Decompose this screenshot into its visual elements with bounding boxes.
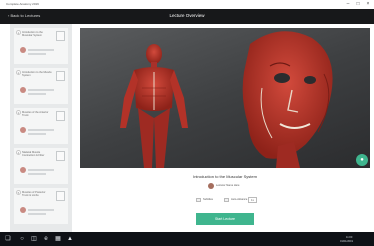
- header-bar: ‹ Back to Lectures Lecture Overview: [0, 9, 374, 24]
- app-icon[interactable]: ▲: [66, 235, 74, 243]
- divider: [28, 53, 46, 55]
- divider: [28, 173, 46, 175]
- sidebar-item-title: Introduction to the Muscle System: [22, 71, 52, 77]
- sidebar-item-lecture-2[interactable]: 2 Introduction to the Muscle System: [14, 68, 68, 104]
- search-icon[interactable]: ○: [18, 235, 26, 243]
- sidebar-item-title: Muscles of the Anterior Trunk: [22, 111, 49, 117]
- sidebar-item-number: 2: [16, 70, 21, 75]
- sidebar-item-number: 4: [16, 150, 21, 155]
- sidebar-item-number: 1: [16, 30, 21, 35]
- sidebar-item-number: 5: [16, 190, 21, 195]
- full-body-figure: [120, 44, 188, 168]
- avatar: [208, 183, 214, 189]
- browser-icon[interactable]: e: [42, 235, 50, 243]
- taskbar: ❏ ○ ◫ e ▦ ▲ 11:00 01/01/2019: [0, 232, 374, 246]
- title-bar: Complete Anatomy 2019 – □ ×: [0, 0, 374, 9]
- app-title: Complete Anatomy 2019: [6, 2, 39, 6]
- divider: [28, 93, 46, 95]
- chat-icon[interactable]: ●: [356, 154, 368, 166]
- divider: [28, 49, 54, 51]
- sidebar-item-title: Muscles of Posterior Trunk & Limbs: [22, 191, 46, 197]
- divider: [28, 213, 46, 215]
- avatar: [20, 127, 26, 133]
- sidebar-item-lecture-3[interactable]: 3 Muscles of the Anterior Trunk: [14, 108, 68, 144]
- page-title: Lecture Overview: [169, 13, 205, 18]
- avatar: [20, 47, 26, 53]
- avatar: [20, 87, 26, 93]
- windows-start-icon[interactable]: ❏: [4, 235, 12, 243]
- avatar: [20, 167, 26, 173]
- head-face-figure: [242, 31, 333, 168]
- divider: [28, 209, 54, 211]
- start-lecture-button[interactable]: Start Lecture: [196, 213, 254, 225]
- divider: [28, 169, 54, 171]
- sidebar-item-number: 3: [16, 110, 21, 115]
- muscular-system-illustration: [120, 31, 333, 168]
- lecture-title: Introduction to the Muscular System: [193, 174, 257, 179]
- folder-icon[interactable]: ▦: [54, 235, 62, 243]
- avatar: [20, 207, 26, 213]
- document-icon: [56, 151, 65, 161]
- document-icon: [56, 71, 65, 81]
- subtitles-checkbox[interactable]: [196, 198, 201, 202]
- document-icon: [56, 191, 65, 201]
- auto-advance-checkbox[interactable]: [224, 198, 229, 202]
- minimize-button[interactable]: –: [344, 1, 352, 8]
- close-button[interactable]: ×: [364, 1, 372, 8]
- subtitles-label: Subtitles: [203, 198, 213, 201]
- divider: [28, 129, 54, 131]
- playback-speed-select[interactable]: 1x: [248, 197, 257, 203]
- sidebar-item-lecture-1[interactable]: 1 Introduction to the Muscular System: [14, 28, 68, 64]
- sidebar-item-lecture-5[interactable]: 5 Muscles of Posterior Trunk & Limbs: [14, 188, 68, 224]
- document-icon: [56, 31, 65, 41]
- lecture-sidebar: 1 Introduction to the Muscular System 2 …: [10, 24, 72, 232]
- sidebar-item-title: Skeletal Muscle Contraction & Fiber: [22, 151, 45, 157]
- lecture-preview-image: [80, 28, 370, 168]
- clock-time[interactable]: 11:00: [346, 236, 352, 239]
- maximize-button[interactable]: □: [354, 1, 362, 8]
- divider: [28, 133, 46, 135]
- presenter-name: Lecturer Name Here: [216, 184, 240, 187]
- sidebar-item-title: Introduction to the Muscular System: [22, 31, 43, 37]
- auto-advance-label: Auto-Advance: [231, 198, 248, 201]
- task-view-icon[interactable]: ◫: [30, 235, 38, 243]
- divider: [28, 89, 54, 91]
- document-icon: [56, 111, 65, 121]
- clock-date[interactable]: 01/01/2019: [340, 240, 353, 243]
- sidebar-item-lecture-4[interactable]: 4 Skeletal Muscle Contraction & Fiber: [14, 148, 68, 184]
